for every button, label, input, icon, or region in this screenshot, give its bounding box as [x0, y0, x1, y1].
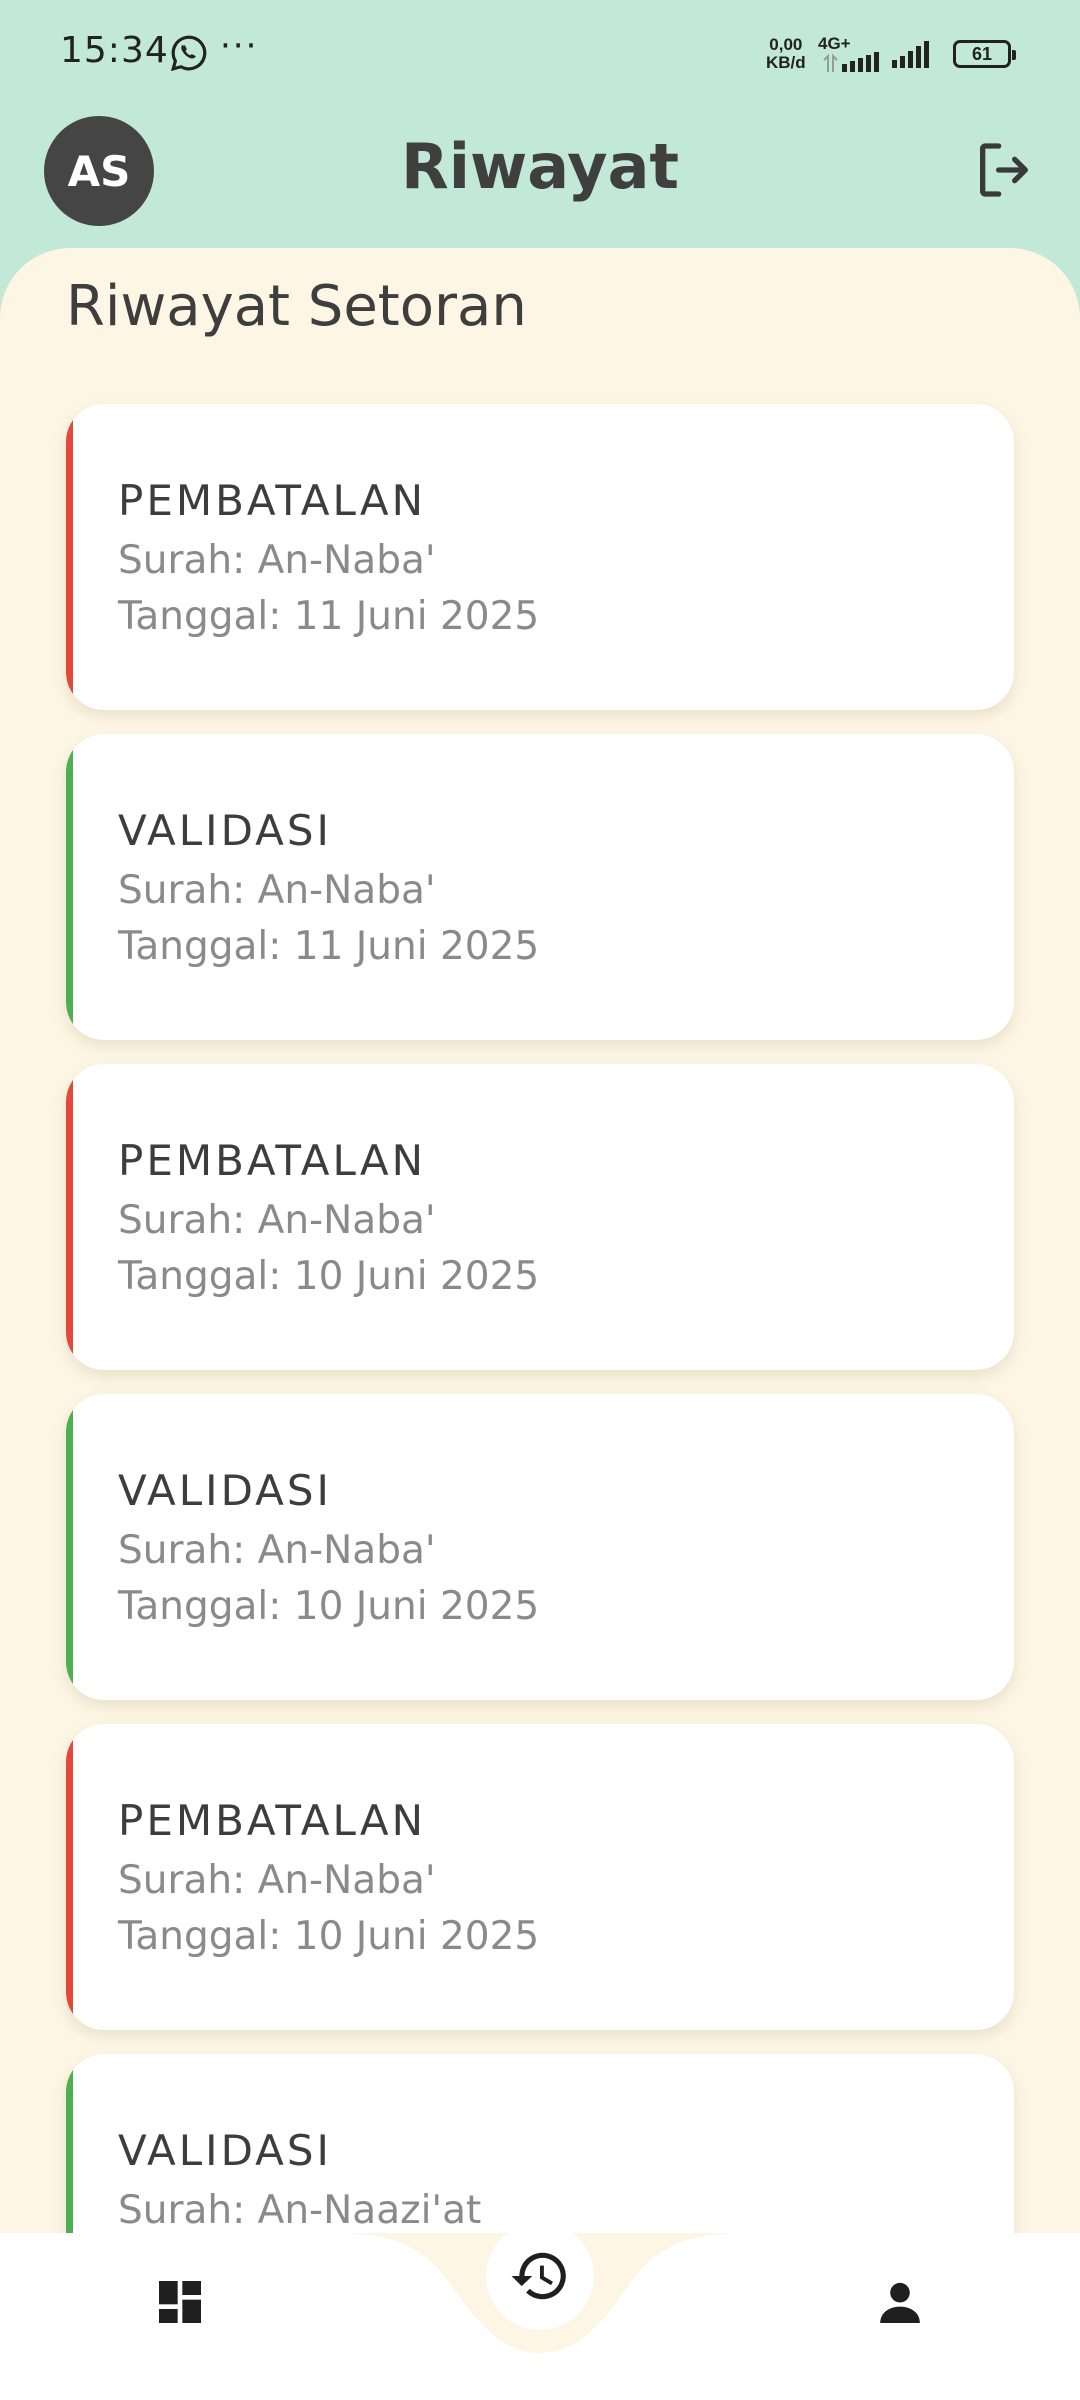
history-card[interactable]: VALIDASI Surah: An-Naazi'at — [66, 2054, 1014, 2248]
entry-date: Tanggal: 11 Juni 2025 — [118, 594, 540, 639]
entry-surah: Surah: An-Naba' — [118, 1198, 436, 1243]
status-bar: 15:34 ··· 0,00 KB/d 4G+ 61 — [0, 0, 1080, 105]
status-accent-bar — [66, 1064, 73, 1370]
signal-icon-2 — [892, 41, 929, 68]
signal-icon — [823, 52, 879, 72]
status-accent-bar — [66, 1394, 73, 1700]
logout-icon[interactable] — [972, 138, 1036, 202]
entry-type: PEMBATALAN — [118, 1796, 427, 1845]
history-card[interactable]: PEMBATALAN Surah: An-Naba' Tanggal: 11 J… — [66, 404, 1014, 710]
history-icon — [511, 2252, 566, 2300]
content-panel: Riwayat Setoran PEMBATALAN Surah: An-Nab… — [0, 248, 1080, 2248]
entry-type: PEMBATALAN — [118, 1136, 427, 1185]
entry-surah: Surah: An-Naazi'at — [118, 2188, 482, 2233]
dashboard-icon[interactable] — [152, 2274, 208, 2330]
entry-date: Tanggal: 10 Juni 2025 — [118, 1914, 540, 1959]
entry-type: VALIDASI — [118, 806, 332, 855]
entry-surah: Surah: An-Naba' — [118, 868, 436, 913]
entry-date: Tanggal: 11 Juni 2025 — [118, 924, 540, 969]
entry-type: VALIDASI — [118, 2126, 332, 2175]
network-type: 4G+ — [818, 34, 851, 53]
status-time: 15:34 — [60, 30, 169, 71]
more-notifications-icon: ··· — [220, 26, 259, 66]
history-screen: 15:34 ··· 0,00 KB/d 4G+ 61 AS Riwayat Ri… — [0, 0, 1080, 2400]
person-icon[interactable] — [872, 2274, 928, 2330]
history-card[interactable]: PEMBATALAN Surah: An-Naba' Tanggal: 10 J… — [66, 1724, 1014, 2030]
status-accent-bar — [66, 2054, 73, 2248]
history-card[interactable]: PEMBATALAN Surah: An-Naba' Tanggal: 10 J… — [66, 1064, 1014, 1370]
status-accent-bar — [66, 404, 73, 710]
status-accent-bar — [66, 734, 73, 1040]
entry-surah: Surah: An-Naba' — [118, 1858, 436, 1903]
history-card[interactable]: VALIDASI Surah: An-Naba' Tanggal: 11 Jun… — [66, 734, 1014, 1040]
status-accent-bar — [66, 1724, 73, 2030]
entry-surah: Surah: An-Naba' — [118, 1528, 436, 1573]
entry-date: Tanggal: 10 Juni 2025 — [118, 1254, 540, 1299]
entry-surah: Surah: An-Naba' — [118, 538, 436, 583]
nav-history-button[interactable] — [486, 2222, 594, 2330]
page-title: Riwayat — [400, 130, 680, 203]
entry-type: PEMBATALAN — [118, 476, 427, 525]
section-title: Riwayat Setoran — [66, 274, 527, 339]
entry-type: VALIDASI — [118, 1466, 332, 1515]
network-speed: 0,00 KB/d — [766, 35, 806, 72]
battery-icon: 61 — [953, 40, 1016, 68]
whatsapp-icon — [170, 35, 207, 72]
history-card[interactable]: VALIDASI Surah: An-Naba' Tanggal: 10 Jun… — [66, 1394, 1014, 1700]
entry-date: Tanggal: 10 Juni 2025 — [118, 1584, 540, 1629]
